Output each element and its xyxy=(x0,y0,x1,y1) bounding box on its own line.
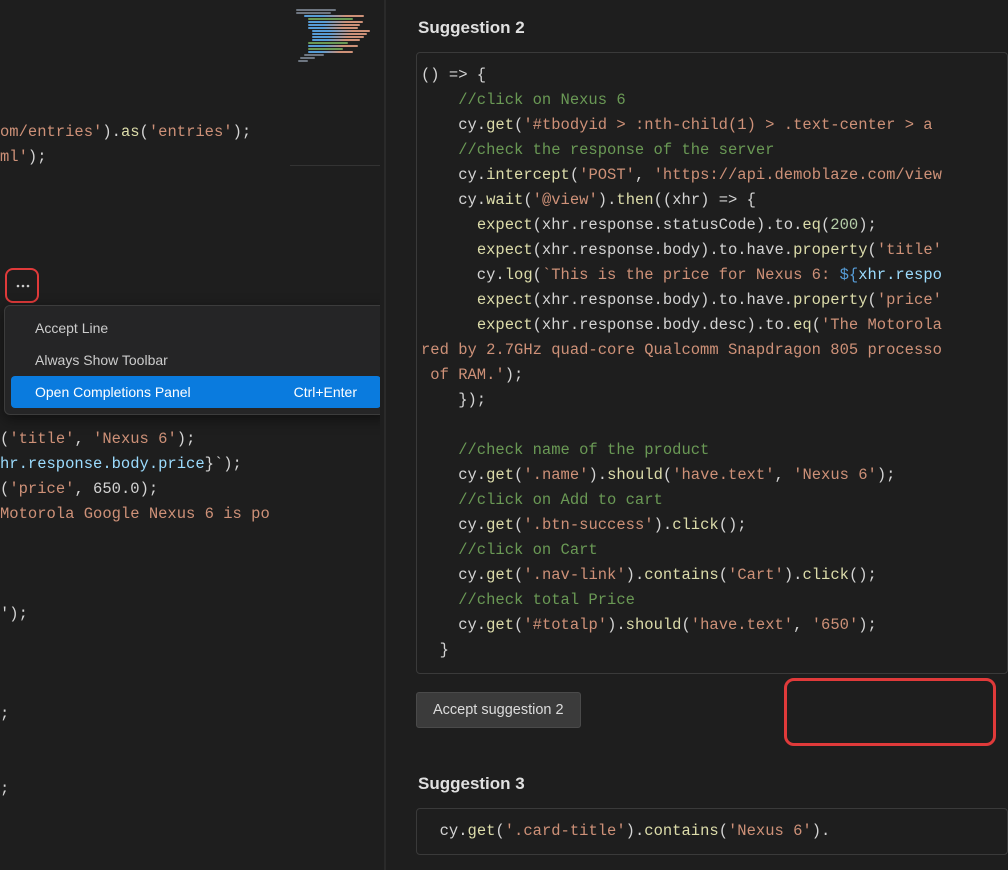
accept-suggestion-2-button[interactable]: Accept suggestion 2 xyxy=(416,692,581,728)
editor-code-fragment-bottom[interactable]: ('title', 'Nexus 6'); hr.response.body.p… xyxy=(0,427,380,802)
completions-panel[interactable]: Suggestion 2 () => { //click on Nexus 6 … xyxy=(386,0,1008,870)
menu-item-open-completions-panel[interactable]: Open Completions Panel Ctrl+Enter xyxy=(11,376,380,408)
menu-item-shortcut: Ctrl+Enter xyxy=(294,384,357,400)
minimap[interactable] xyxy=(290,0,380,166)
menu-item-label: Open Completions Panel xyxy=(35,384,191,400)
menu-item-label: Accept Line xyxy=(35,320,108,336)
more-actions-icon[interactable] xyxy=(9,272,36,299)
context-menu: Accept Line Always Show Toolbar Open Com… xyxy=(4,305,380,415)
menu-item-always-show-toolbar[interactable]: Always Show Toolbar xyxy=(5,344,380,376)
annotation-highlight xyxy=(784,678,996,746)
suggestion-2-code[interactable]: () => { //click on Nexus 6 cy.get('#tbod… xyxy=(416,52,1008,674)
suggestion-2-title: Suggestion 2 xyxy=(418,18,1008,38)
suggestion-3-code[interactable]: cy.get('.card-title').contains('Nexus 6'… xyxy=(416,808,1008,855)
menu-item-label: Always Show Toolbar xyxy=(35,352,168,368)
menu-item-accept-line[interactable]: Accept Line xyxy=(5,312,380,344)
suggestion-3-title: Suggestion 3 xyxy=(418,774,1008,794)
editor-code-fragment-top[interactable]: om/entries').as('entries'); ml'); xyxy=(0,120,290,170)
editor-pane[interactable]: om/entries').as('entries'); ml'); ('titl… xyxy=(0,0,380,870)
